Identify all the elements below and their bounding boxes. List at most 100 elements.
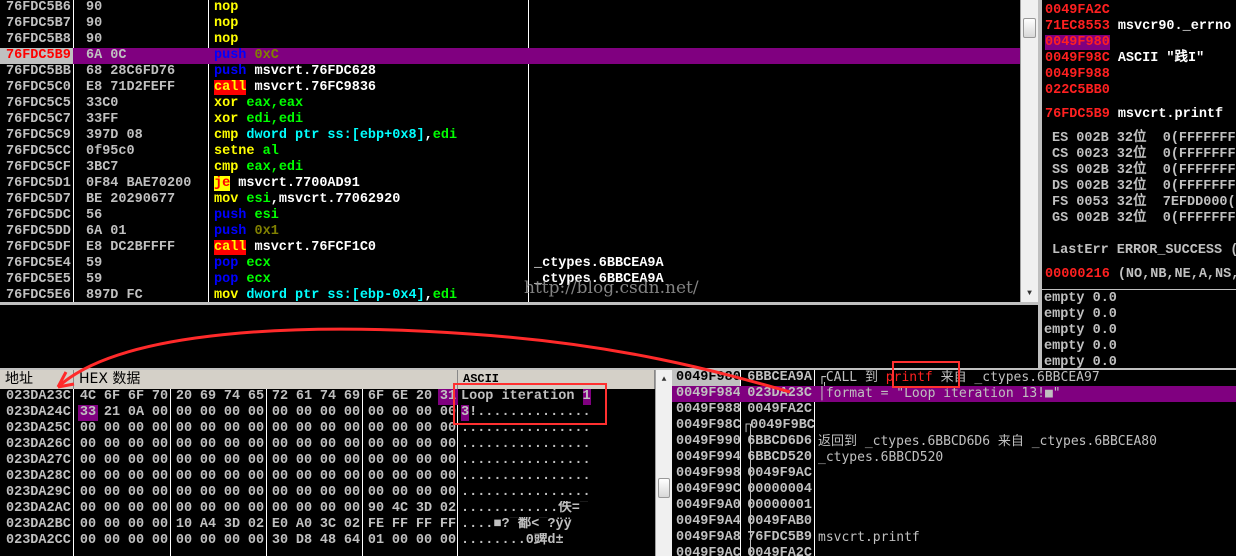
- dump-byte[interactable]: 00: [174, 501, 194, 517]
- fpu-register-line[interactable]: empty 0.0: [1044, 291, 1117, 307]
- dump-byte[interactable]: 3D: [222, 517, 242, 533]
- dump-byte[interactable]: 00: [294, 501, 314, 517]
- dump-byte[interactable]: 00: [78, 517, 98, 533]
- dump-byte[interactable]: 10: [174, 517, 194, 533]
- dump-byte[interactable]: 00: [390, 533, 410, 549]
- dump-ascii[interactable]: ................: [461, 453, 653, 469]
- segment-register-line[interactable]: GS 002B 32位 0(FFFFFFFF: [1052, 211, 1236, 227]
- register-value[interactable]: 022C5BB0: [1045, 83, 1110, 98]
- dump-byte[interactable]: 00: [438, 469, 458, 485]
- fpu-register-line[interactable]: empty 0.0: [1044, 307, 1117, 323]
- registers-pane[interactable]: 0049FA2C 71EC8553 msvcr90._errno 0049F980 00…: [1042, 0, 1236, 368]
- dump-byte[interactable]: 00: [78, 453, 98, 469]
- stack-value[interactable]: 0049F9AC: [742, 466, 814, 482]
- register-line[interactable]: 0049F980: [1045, 35, 1118, 51]
- dump-byte[interactable]: FF: [438, 517, 458, 533]
- dump-byte[interactable]: 3D: [414, 501, 434, 517]
- stack-row[interactable]: 0049F984 023DA23C │format = "Loop iteratio…: [672, 386, 1236, 402]
- register-line[interactable]: 0049F98C ASCII "践I": [1045, 51, 1204, 67]
- dump-byte[interactable]: 00: [270, 405, 290, 421]
- dump-byte[interactable]: 00: [390, 437, 410, 453]
- dump-byte[interactable]: 00: [246, 469, 266, 485]
- dump-byte[interactable]: 00: [246, 501, 266, 517]
- address-cell[interactable]: 76FDC5DC: [0, 208, 73, 224]
- dump-row[interactable]: 023DA29C 00 00 00 00 00 00 00 00 00 00 00 00 00 00 00 00…: [0, 485, 655, 501]
- stack-address[interactable]: 0049F98C: [672, 418, 740, 434]
- register-line[interactable]: 0049F988: [1045, 67, 1118, 83]
- dump-byte[interactable]: 00: [102, 421, 122, 437]
- segment-register-line[interactable]: ES 002B 32位 0(FFFFFFFF: [1052, 131, 1236, 147]
- disasm-row[interactable]: 76FDC5B8 90 nop: [0, 32, 1020, 48]
- dump-byte[interactable]: FF: [390, 517, 410, 533]
- stack-value[interactable]: 6BBCD520: [742, 450, 814, 466]
- dump-address[interactable]: 023DA25C: [6, 421, 74, 437]
- dump-byte[interactable]: 00: [270, 469, 290, 485]
- stack-value[interactable]: 6BBCD6D6: [742, 434, 814, 450]
- dump-byte[interactable]: 6E: [390, 389, 410, 405]
- address-cell[interactable]: 76FDC5BB: [0, 64, 73, 80]
- dump-byte[interactable]: 00: [198, 485, 218, 501]
- dump-ascii[interactable]: ............佚=¯: [461, 501, 653, 517]
- dump-byte[interactable]: 00: [318, 469, 338, 485]
- dump-byte[interactable]: 00: [390, 469, 410, 485]
- eflags-line[interactable]: 00000216 (NO,NB,NE,A,NS,: [1045, 267, 1236, 283]
- ascii-column-header[interactable]: ASCII: [458, 370, 655, 389]
- address-column-header[interactable]: 地址: [0, 370, 74, 389]
- scrollbar-thumb[interactable]: [1023, 18, 1036, 38]
- dump-address[interactable]: 023DA24C: [6, 405, 74, 421]
- address-cell[interactable]: 76FDC5C7: [0, 112, 73, 128]
- dump-byte[interactable]: 72: [270, 389, 290, 405]
- dump-byte[interactable]: 00: [150, 533, 170, 549]
- dump-byte[interactable]: 00: [294, 453, 314, 469]
- dump-byte[interactable]: 02: [342, 517, 362, 533]
- disasm-row[interactable]: 76FDC5C9 397D 08 cmp dword ptr ss:[ebp+0x8…: [0, 128, 1020, 144]
- dump-byte[interactable]: 00: [150, 421, 170, 437]
- stack-address[interactable]: 0049F988: [672, 402, 740, 418]
- dump-byte[interactable]: 00: [102, 437, 122, 453]
- address-cell[interactable]: 76FDC5C0: [0, 80, 73, 96]
- stack-row[interactable]: 0049F994 6BBCD520 _ctypes.6BBCD520: [672, 450, 1236, 466]
- dump-byte[interactable]: 00: [198, 421, 218, 437]
- dump-byte[interactable]: 00: [342, 501, 362, 517]
- register-value[interactable]: 0049FA2C: [1045, 3, 1110, 18]
- address-cell[interactable]: 76FDC5CF: [0, 160, 73, 176]
- dump-byte[interactable]: 00: [78, 485, 98, 501]
- dump-address[interactable]: 023DA23C: [6, 389, 74, 405]
- dump-byte[interactable]: 00: [198, 533, 218, 549]
- register-value[interactable]: 0049F988: [1045, 67, 1110, 82]
- dump-ascii[interactable]: ................: [461, 469, 653, 485]
- dump-byte[interactable]: 00: [78, 437, 98, 453]
- dump-address[interactable]: 023DA2CC: [6, 533, 74, 549]
- address-cell[interactable]: 76FDC5B7: [0, 16, 73, 32]
- dump-row[interactable]: 023DA28C 00 00 00 00 00 00 00 00 00 00 00 00 00 00 00 00…: [0, 469, 655, 485]
- dump-byte[interactable]: 00: [150, 469, 170, 485]
- dump-ascii[interactable]: Loop iteration 1: [461, 389, 653, 405]
- dump-byte[interactable]: 00: [294, 437, 314, 453]
- dump-byte[interactable]: 00: [150, 437, 170, 453]
- dump-byte[interactable]: 6F: [126, 389, 146, 405]
- dump-byte[interactable]: 00: [174, 469, 194, 485]
- dump-byte[interactable]: 00: [126, 437, 146, 453]
- segment-register-line[interactable]: CS 0023 32位 0(FFFFFFFF: [1052, 147, 1236, 163]
- disassembly-scrollbar[interactable]: ▼: [1020, 0, 1038, 302]
- address-cell[interactable]: 76FDC5E5: [0, 272, 73, 288]
- dump-byte[interactable]: 00: [150, 517, 170, 533]
- dump-byte[interactable]: 00: [174, 421, 194, 437]
- eflags-value[interactable]: 00000216: [1045, 267, 1110, 282]
- dump-byte[interactable]: 00: [294, 421, 314, 437]
- stack-row[interactable]: 0049F9AC 0049FA2C: [672, 546, 1236, 556]
- dump-byte[interactable]: 31: [438, 389, 458, 405]
- stack-value[interactable]: ┌0049F9BC: [742, 418, 814, 434]
- dump-byte[interactable]: 69: [198, 389, 218, 405]
- dump-address[interactable]: 023DA29C: [6, 485, 74, 501]
- disasm-row[interactable]: 76FDC5D7 BE 20290677 mov esi,msvcrt.770629…: [0, 192, 1020, 208]
- register-value[interactable]: 71EC8553: [1045, 19, 1110, 34]
- address-cell[interactable]: 76FDC5C5: [0, 96, 73, 112]
- stack-address[interactable]: 0049F99C: [672, 482, 740, 498]
- dump-byte[interactable]: 00: [78, 533, 98, 549]
- dump-byte[interactable]: 00: [150, 405, 170, 421]
- fpu-register-line[interactable]: empty 0.0: [1044, 323, 1117, 339]
- disasm-row[interactable]: 76FDC5E5 59 pop ecx _ctypes.6BBCEA9A: [0, 272, 1020, 288]
- dump-byte[interactable]: 00: [150, 485, 170, 501]
- dump-row[interactable]: 023DA25C 00 00 00 00 00 00 00 00 00 00 00 00 00 00 00 00…: [0, 421, 655, 437]
